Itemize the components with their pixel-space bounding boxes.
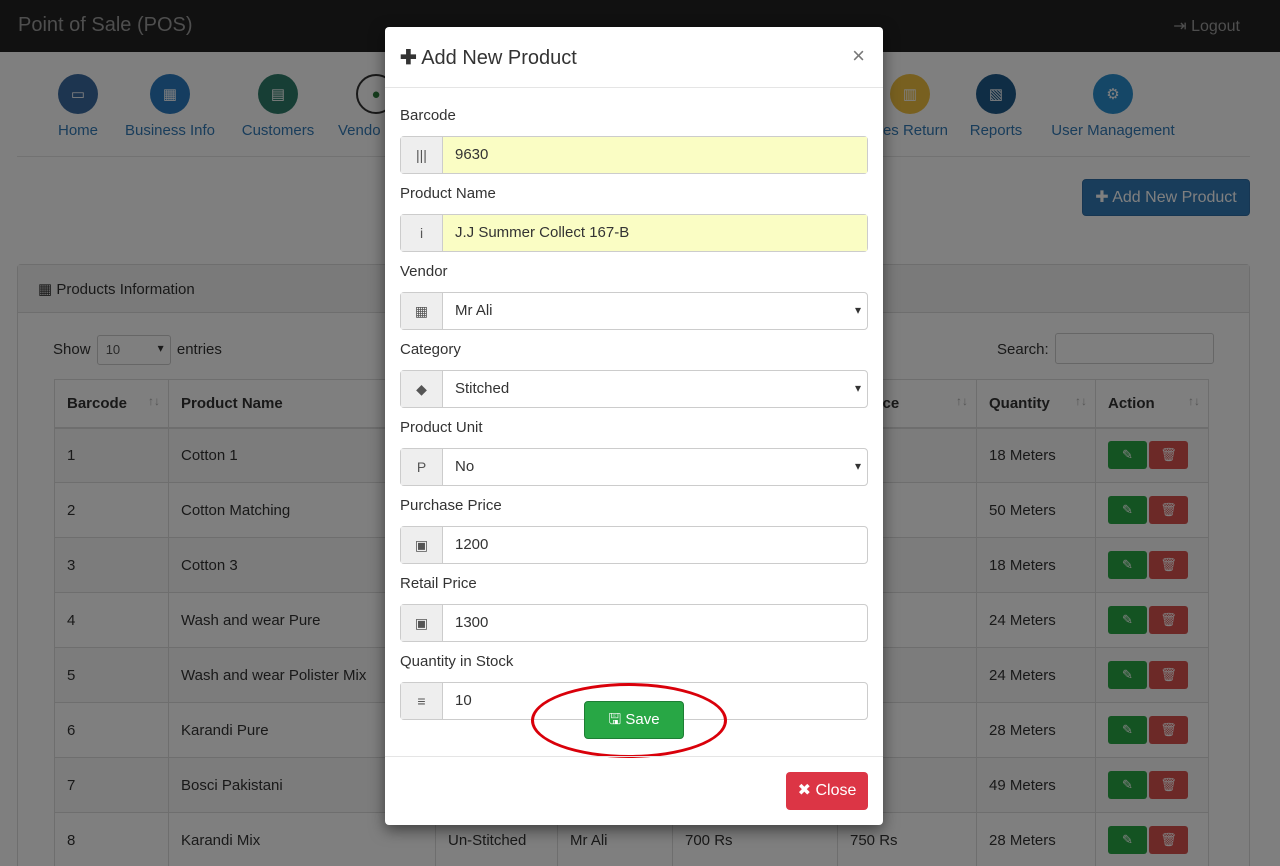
field-value: J.J Summer Collect 167-B [443,215,867,251]
retail-price-input[interactable]: ▣ 1300 [400,604,868,642]
modal-body: Barcode ||| 9630 Product Name i J.J Summer Co… [385,88,883,720]
modal-header: ✚ Add New Product × [385,27,883,88]
money-icon: ▣ [401,605,443,641]
save-button[interactable]: 🖫 Save [584,701,684,739]
save-label: Save [625,711,660,728]
field-label: Product Name [400,185,496,202]
field-value: 1200 [455,536,489,553]
purchase-price-input[interactable]: ▣ 1200 [400,526,868,564]
money-icon: ▣ [401,527,443,563]
product-unit-icon: P [401,449,443,485]
modal-footer: ✖ Close [385,756,883,825]
vendor-select[interactable]: ▦ Mr Ali ▾ [400,292,868,330]
building-icon: ▦ [401,293,443,329]
modal-title: ✚ Add New Product [400,47,577,69]
field-value: Mr Ali [455,302,493,319]
field-value: No [455,458,475,475]
plus-icon: ✚ [400,47,417,69]
field-value: 9630 [443,137,867,173]
save-area: 🖫 Save [385,683,883,767]
field-value: Stitched [455,380,510,397]
close-button[interactable]: ✖ Close [786,772,868,810]
field-label: Product Unit [400,419,483,436]
add-product-modal: ✚ Add New Product × Barcode ||| 9630 Produc… [385,27,883,825]
barcode-input[interactable]: ||| 9630 [400,136,868,174]
product-unit-select[interactable]: P No ▾ [400,448,868,486]
field-label: Barcode [400,107,456,124]
info-icon: i [401,215,443,251]
chevron-down-icon: ▾ [854,381,861,395]
chevron-down-icon: ▾ [854,303,861,317]
field-value: 1300 [455,614,489,631]
close-label: Close [815,782,857,799]
tags-icon: ◆ [401,371,443,407]
category-select[interactable]: ◆ Stitched ▾ [400,370,868,408]
floppy-icon: 🖫 [608,711,626,728]
field-label: Purchase Price [400,497,502,514]
close-icon: ✖ [797,782,816,799]
modal-close-x-button[interactable]: × [852,45,865,67]
field-label: Quantity in Stock [400,653,514,670]
field-label: Vendor [400,263,448,280]
field-label: Retail Price [400,575,477,592]
chevron-down-icon: ▾ [854,459,861,473]
product-name-input[interactable]: i J.J Summer Collect 167-B [400,214,868,252]
field-label: Category [400,341,461,358]
barcode-icon: ||| [401,137,443,173]
